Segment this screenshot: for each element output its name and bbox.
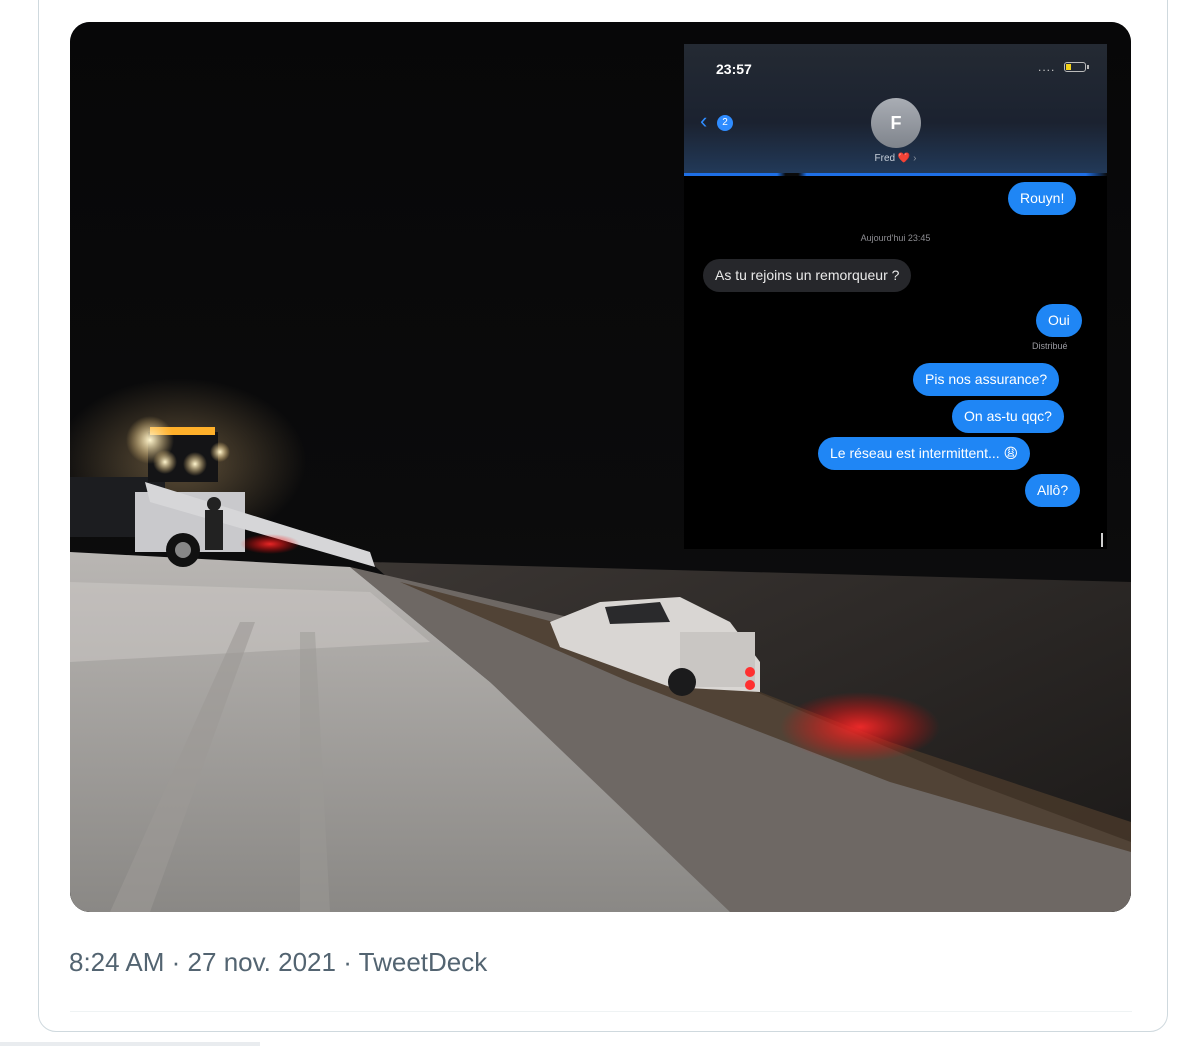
contact-name-row: Fred ❤️ › xyxy=(684,153,1107,164)
message-bubble-outgoing: Le réseau est intermittent... 😩 xyxy=(818,437,1031,470)
tweet-source[interactable]: TweetDeck xyxy=(359,947,488,977)
message-bubble-outgoing: Rouyn! xyxy=(1008,182,1077,215)
scroll-indicator xyxy=(1101,533,1103,547)
contact-name: Fred xyxy=(874,153,896,164)
status-time: 23:57 xyxy=(716,61,752,77)
imessage-screenshot: 23:57 .... ‹ 2 F Fred ❤️ › Rouyn! Aujour… xyxy=(684,44,1107,549)
tweet-metadata: 8:24 AM · 27 nov. 2021 · TweetDeck xyxy=(69,947,487,978)
unread-badge: 2 xyxy=(717,115,733,131)
tweet-time[interactable]: 8:24 AM xyxy=(69,947,164,977)
divider xyxy=(70,1011,1132,1012)
tweet-date[interactable]: 27 nov. 2021 xyxy=(188,947,336,977)
heart-icon: ❤️ xyxy=(897,153,911,164)
meta-separator: · xyxy=(343,947,352,977)
message-bubble-outgoing: Pis nos assurance? xyxy=(913,363,1060,396)
message-bubble-incoming: As tu rejoins un remorqueur ? xyxy=(703,259,912,292)
battery-icon xyxy=(1064,62,1089,72)
meta-separator: · xyxy=(171,947,181,977)
imessage-header: 23:57 .... ‹ 2 F Fred ❤️ › xyxy=(684,44,1107,175)
signal-icon: .... xyxy=(1038,60,1056,74)
back-chevron-icon: ‹ xyxy=(700,108,708,133)
message-bubble-outgoing: Allô? xyxy=(1025,474,1081,507)
message-timestamp: Aujourd'hui 23:45 xyxy=(860,233,931,243)
header-divider xyxy=(684,173,1107,176)
message-bubble-outgoing: Oui xyxy=(1036,304,1082,337)
bottom-edge xyxy=(0,1042,260,1046)
contact-avatar: F xyxy=(871,98,921,148)
message-bubble-outgoing: On as-tu qqc? xyxy=(952,400,1064,433)
delivered-status: Distribué xyxy=(1032,341,1068,351)
chevron-right-icon: › xyxy=(913,153,917,164)
tweet-photo[interactable]: 23:57 .... ‹ 2 F Fred ❤️ › Rouyn! Aujour… xyxy=(70,22,1131,912)
